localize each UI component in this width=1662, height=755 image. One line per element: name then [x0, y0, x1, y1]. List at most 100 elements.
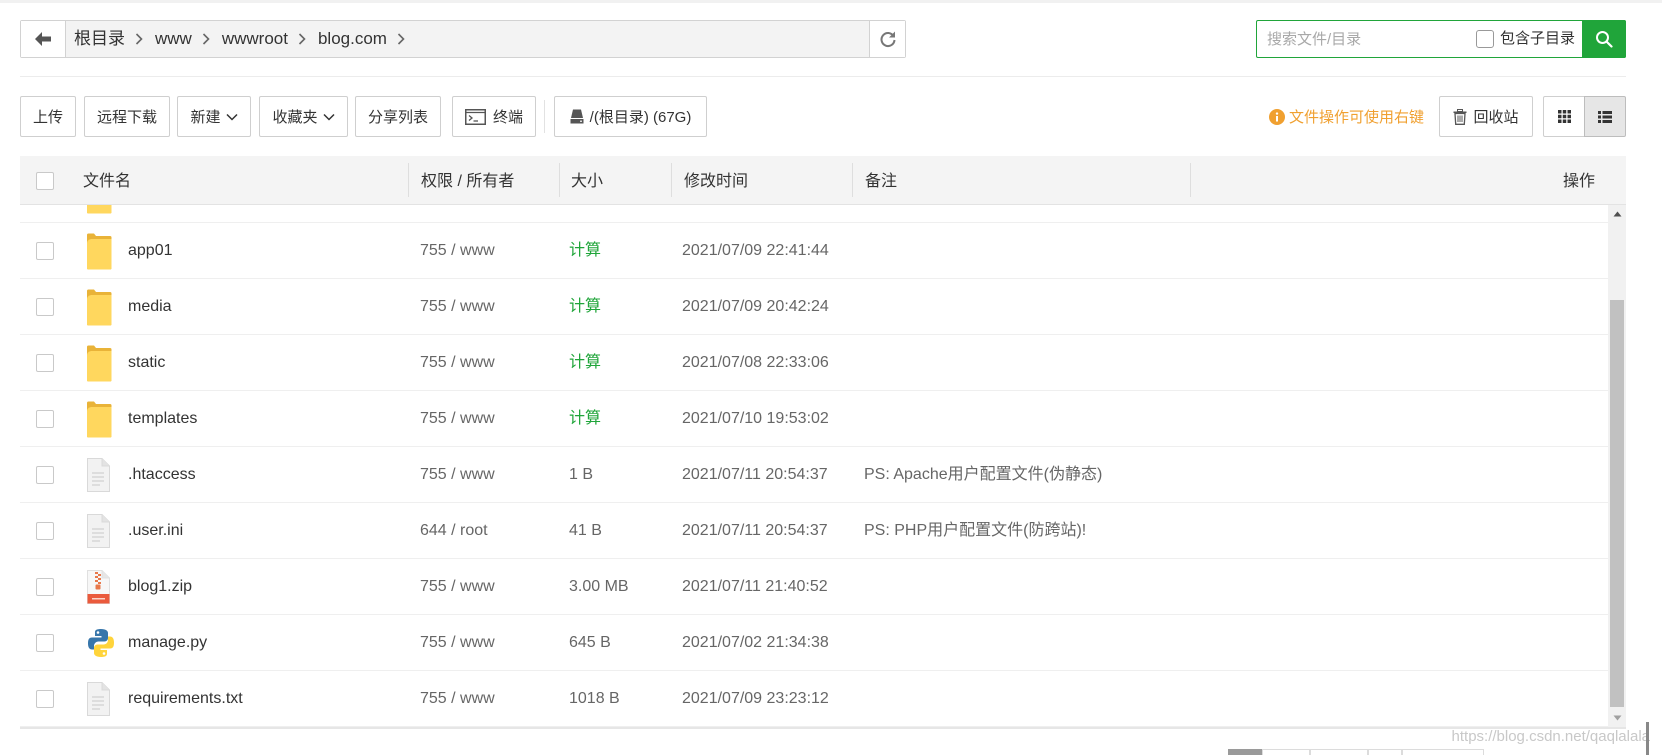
file-name[interactable]: blog1.zip — [128, 559, 192, 615]
table-row[interactable]: templates 755 / www 计算 2021/07/10 19:53:02 — [20, 391, 1608, 447]
pager-button[interactable] — [1228, 749, 1262, 755]
disk-label: /(根目录) (67G) — [589, 109, 692, 126]
search-icon — [1596, 31, 1613, 48]
terminal-label: 终端 — [492, 109, 523, 126]
header-mtime[interactable]: 修改时间 — [684, 159, 748, 205]
include-subdir-checkbox[interactable] — [1476, 30, 1494, 48]
divider — [20, 76, 1626, 77]
list-scrollbar[interactable] — [1608, 205, 1626, 728]
disk-icon — [570, 109, 584, 124]
terminal-button[interactable]: 终端 — [452, 96, 536, 137]
file-name[interactable]: .user.ini — [128, 503, 183, 559]
calc-size-link[interactable]: 计算 — [569, 335, 601, 391]
table-row[interactable]: .htaccess 755 / www 1 B 2021/07/11 20:54:37… — [20, 447, 1608, 503]
row-checkbox[interactable] — [36, 634, 54, 652]
header-size[interactable]: 大小 — [571, 159, 603, 205]
row-checkbox[interactable] — [36, 690, 54, 708]
table-row[interactable]: requirements.txt 755 / www 1018 B 2021/07/0… — [20, 671, 1608, 727]
scrollbar-thumb[interactable] — [1610, 300, 1624, 707]
permission-owner[interactable]: 755 / www — [420, 391, 495, 447]
pager-button[interactable] — [1402, 749, 1484, 755]
favorites-dropdown-button[interactable]: 收藏夹 — [259, 96, 348, 137]
header-name[interactable]: 文件名 — [83, 159, 131, 205]
refresh-button[interactable] — [869, 21, 905, 57]
scroll-down-arrow-icon[interactable] — [1608, 709, 1626, 726]
file-name[interactable]: static — [128, 335, 165, 391]
breadcrumb-item-wwwroot[interactable]: wwwroot — [222, 21, 288, 57]
table-bottom-border — [20, 727, 1626, 729]
file-list: app01 755 / www 计算 2021/07/09 22:41:44 media… — [20, 205, 1608, 728]
permission-owner[interactable]: 755 / www — [420, 615, 495, 671]
row-checkbox[interactable] — [36, 410, 54, 428]
permission-owner[interactable]: 755 / www — [420, 335, 495, 391]
new-label: 新建 — [190, 109, 221, 126]
remote-download-label: 远程下载 — [96, 109, 157, 126]
folder-icon — [86, 279, 118, 335]
back-button[interactable] — [21, 21, 66, 57]
file-name[interactable]: media — [128, 279, 172, 335]
breadcrumb-item-www[interactable]: www — [155, 21, 192, 57]
python-icon — [86, 615, 118, 671]
permission-owner[interactable]: 755 / www — [420, 447, 495, 503]
permission-owner[interactable]: 755 / www — [420, 671, 495, 727]
table-row[interactable]: blog1.zip 755 / www 3.00 MB 2021/07/11 21:4… — [20, 559, 1608, 615]
chevron-right-icon[interactable] — [397, 33, 405, 45]
upload-button[interactable]: 上传 — [20, 96, 76, 137]
search-box: 包含子目录 — [1256, 20, 1626, 58]
search-input[interactable] — [1267, 21, 1467, 57]
list-view-button[interactable] — [1584, 96, 1626, 137]
recycle-bin-button[interactable]: 回收站 — [1439, 96, 1533, 137]
breadcrumb[interactable]: 根目录 www wwwroot blog.com — [66, 21, 417, 57]
grid-view-button[interactable] — [1543, 96, 1585, 137]
row-checkbox[interactable] — [36, 354, 54, 372]
select-all-checkbox[interactable] — [36, 172, 54, 190]
page-scrollbar-thumb[interactable] — [1646, 722, 1649, 755]
pager-button[interactable] — [1368, 749, 1402, 755]
calc-size-link[interactable]: 计算 — [569, 279, 601, 335]
file-icon — [86, 503, 118, 559]
file-note[interactable]: PS: PHP用户配置文件(防跨站)! — [864, 503, 1086, 559]
chevron-down-icon — [322, 113, 335, 121]
modified-time: 2021/07/10 19:53:02 — [682, 410, 829, 427]
file-name[interactable]: requirements.txt — [128, 671, 243, 727]
row-checkbox[interactable] — [36, 522, 54, 540]
remote-download-button[interactable]: 远程下载 — [84, 96, 170, 137]
new-dropdown-button[interactable]: 新建 — [177, 96, 251, 137]
file-name[interactable]: templates — [128, 391, 197, 447]
row-checkbox[interactable] — [36, 578, 54, 596]
calc-size-link[interactable]: 计算 — [569, 391, 601, 447]
info-icon — [1269, 108, 1285, 125]
file-name[interactable]: app01 — [128, 223, 173, 279]
row-checkbox[interactable] — [36, 242, 54, 260]
breadcrumb-item-site[interactable]: blog.com — [318, 21, 387, 57]
pager-button[interactable] — [1262, 749, 1310, 755]
modified-time: 2021/07/02 21:34:38 — [682, 634, 829, 651]
top-strip — [0, 0, 1662, 3]
pager-button[interactable] — [1310, 749, 1368, 755]
table-row[interactable]: app01 755 / www 计算 2021/07/09 22:41:44 — [20, 223, 1608, 279]
chevron-down-icon — [225, 113, 238, 121]
disk-button[interactable]: /(根目录) (67G) — [554, 96, 707, 137]
breadcrumb-item-root[interactable]: 根目录 — [74, 21, 125, 57]
table-row[interactable]: media 755 / www 计算 2021/07/09 20:42:24 — [20, 279, 1608, 335]
permission-owner[interactable]: 644 / root — [420, 503, 488, 559]
table-row[interactable]: static 755 / www 计算 2021/07/08 22:33:06 — [20, 335, 1608, 391]
file-name[interactable]: .htaccess — [128, 447, 196, 503]
permission-owner[interactable]: 755 / www — [420, 559, 495, 615]
permission-owner[interactable]: 755 / www — [420, 223, 495, 279]
table-row[interactable]: .user.ini 644 / root 41 B 2021/07/11 20:54:… — [20, 503, 1608, 559]
share-list-button[interactable]: 分享列表 — [355, 96, 441, 137]
table-row[interactable]: manage.py 755 / www 645 B 2021/07/02 21:34:… — [20, 615, 1608, 671]
arrow-left-icon — [35, 32, 51, 46]
terminal-icon — [464, 108, 486, 125]
file-note[interactable]: PS: Apache用户配置文件(伪静态) — [864, 447, 1102, 503]
permission-owner[interactable]: 755 / www — [420, 279, 495, 335]
include-subdir-label[interactable]: 包含子目录 — [1500, 21, 1575, 57]
scroll-up-arrow-icon[interactable] — [1608, 205, 1626, 222]
calc-size-link[interactable]: 计算 — [569, 223, 601, 279]
search-button[interactable] — [1582, 20, 1626, 58]
column-divider — [1190, 163, 1191, 197]
row-checkbox[interactable] — [36, 298, 54, 316]
file-name[interactable]: manage.py — [128, 615, 207, 671]
row-checkbox[interactable] — [36, 466, 54, 484]
